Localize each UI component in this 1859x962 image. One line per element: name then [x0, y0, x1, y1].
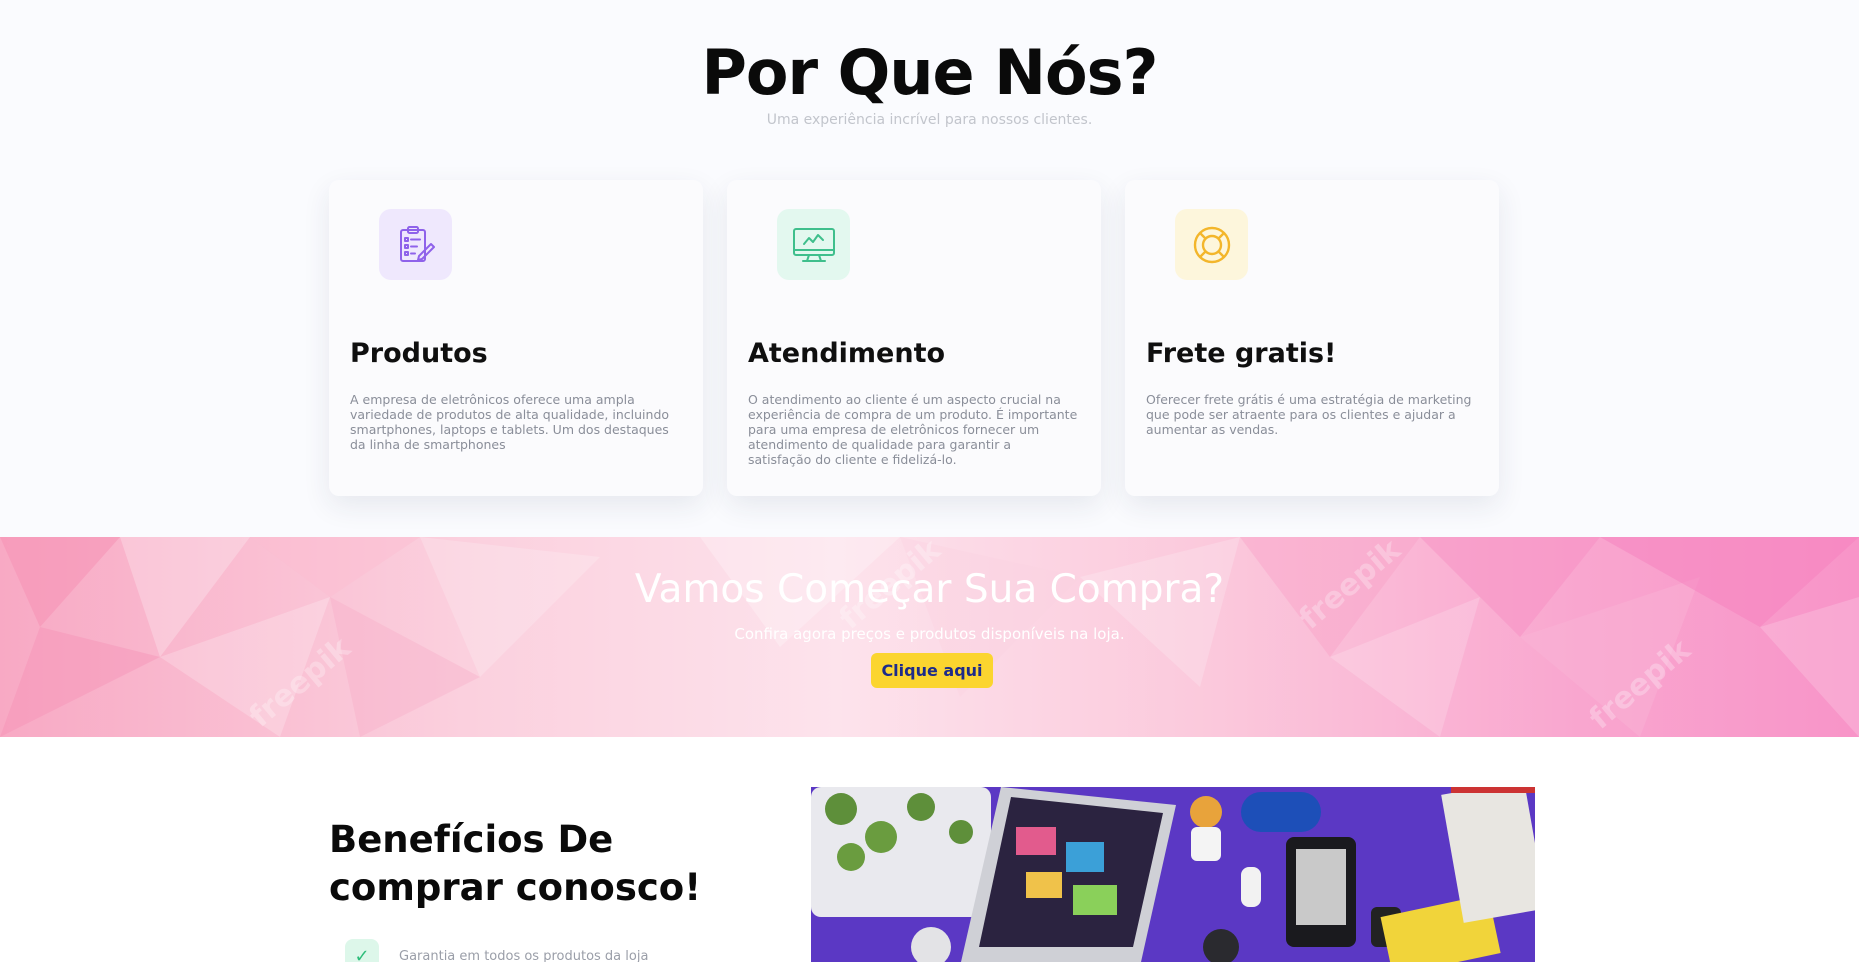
- check-icon: ✓: [345, 939, 379, 962]
- why-us-subtitle: Uma experiência incrível para nossos cli…: [766, 112, 1093, 128]
- card-description: O atendimento ao cliente é um aspecto cr…: [748, 392, 1078, 467]
- cta-banner: freepik freepik freepik freepik Vamos Co…: [0, 537, 1859, 737]
- why-us-title: Por Que Nós?: [701, 36, 1158, 109]
- card-description: A empresa de eletrônicos oferece uma amp…: [350, 392, 670, 452]
- feature-card-frete: Frete gratis! Oferecer frete grátis é um…: [1125, 180, 1499, 496]
- clipboard-checklist-icon: [379, 209, 452, 280]
- cta-title: Vamos Começar Sua Compra?: [634, 567, 1225, 612]
- benefits-section: Benefícios De comprar conosco! ✓ Garanti…: [0, 737, 1859, 962]
- electronics-flatlay-image: [811, 787, 1535, 962]
- card-description: Oferecer frete grátis é uma estratégia d…: [1146, 392, 1472, 437]
- card-title: Atendimento: [748, 338, 946, 369]
- card-title: Produtos: [350, 338, 488, 369]
- lifebuoy-icon: [1175, 209, 1248, 280]
- card-title: Frete gratis!: [1146, 338, 1337, 369]
- feature-card-atendimento: Atendimento O atendimento ao cliente é u…: [727, 180, 1101, 496]
- monitor-chart-icon: [777, 209, 850, 280]
- benefit-list-item: ✓ Garantia em todos os produtos da loja: [345, 939, 648, 962]
- why-us-section: Por Que Nós? Uma experiência incrível pa…: [0, 0, 1859, 537]
- cta-subtitle: Confira agora preços e produtos disponív…: [734, 625, 1125, 643]
- feature-card-produtos: Produtos A empresa de eletrônicos oferec…: [329, 180, 703, 496]
- benefit-text: Garantia em todos os produtos da loja: [399, 948, 649, 962]
- clique-aqui-button[interactable]: Clique aqui: [871, 653, 993, 688]
- benefits-title: Benefícios De comprar conosco!: [329, 818, 702, 909]
